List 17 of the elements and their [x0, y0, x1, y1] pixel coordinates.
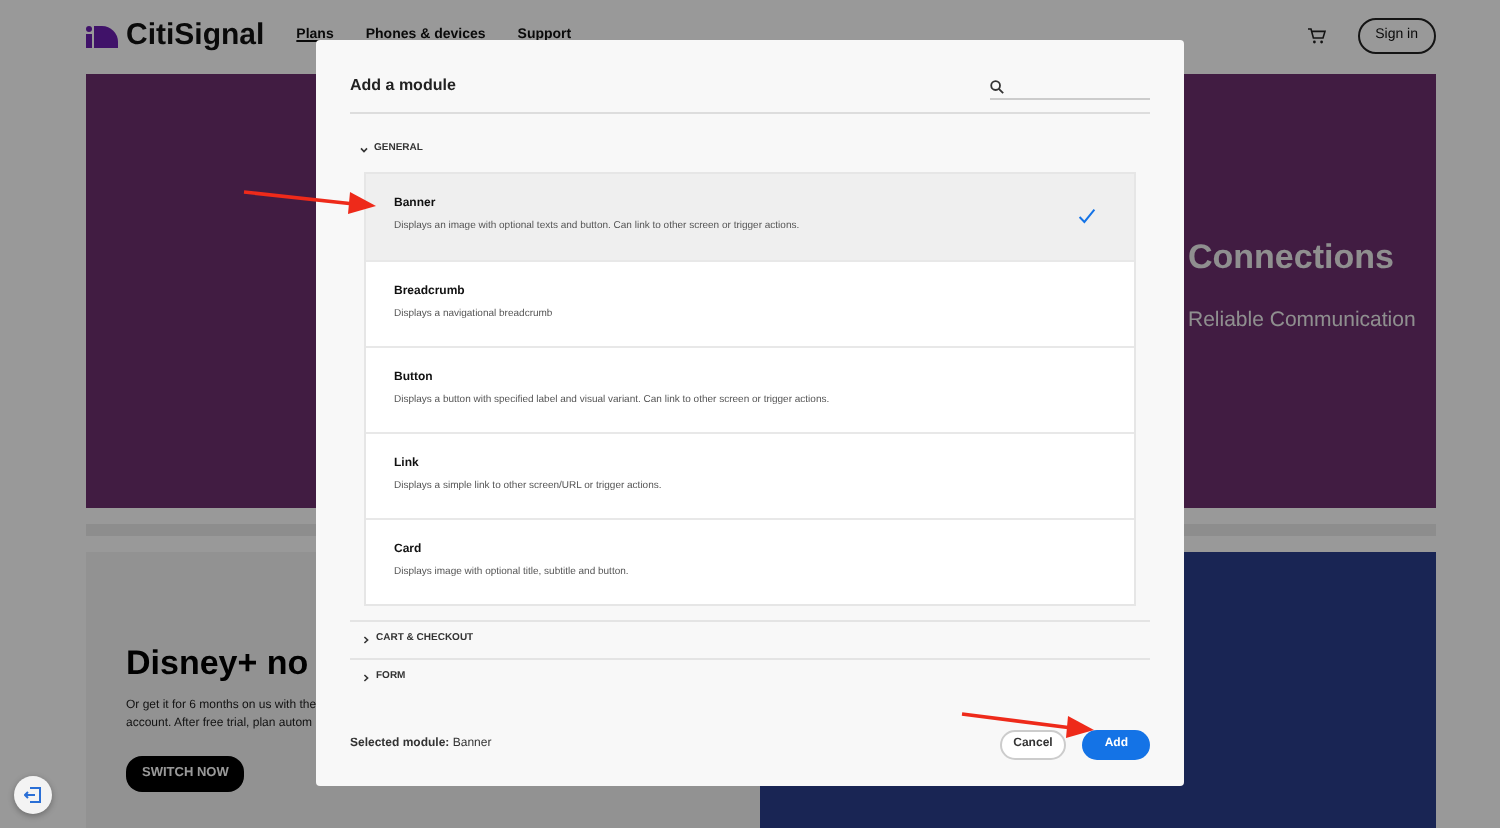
- chevron-right-icon: [362, 635, 370, 643]
- dialog-title: Add a module: [350, 74, 456, 98]
- search-icon: [990, 79, 1004, 93]
- annotation-arrow: [961, 712, 1094, 738]
- chevron-right-icon: [362, 673, 370, 681]
- checkmark-icon: [1078, 207, 1096, 223]
- logo-text[interactable]: CitiSignal: [126, 13, 265, 59]
- chevron-down-icon: [360, 145, 368, 154]
- exit-icon: [24, 786, 42, 804]
- search-field[interactable]: [990, 74, 1150, 100]
- hero-title: Connections: [1188, 238, 1396, 279]
- cart-icon[interactable]: [1307, 28, 1326, 44]
- logo-icon: [86, 25, 118, 47]
- hero-subtitle: Reliable Communication: [1188, 306, 1418, 337]
- promo-title: Disney+ no: [126, 644, 309, 685]
- exit-button[interactable]: [14, 776, 52, 814]
- annotation-arrow: [243, 190, 376, 214]
